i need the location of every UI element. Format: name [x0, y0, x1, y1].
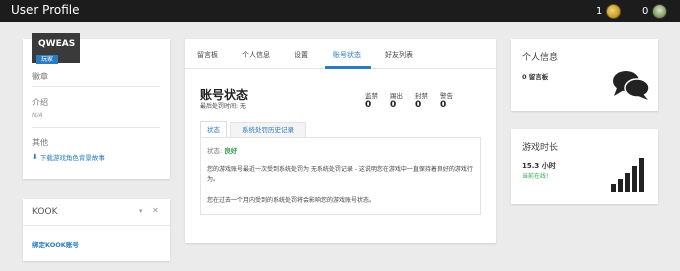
close-icon[interactable]: ✕	[152, 206, 159, 215]
gold-count: 1	[596, 6, 603, 17]
stat-jail: 监禁 0	[365, 90, 378, 110]
subtab-punish-history[interactable]: 系统处罚历史记录	[230, 122, 306, 138]
stat-label: 踢出	[390, 92, 403, 100]
status-paragraph-1: 您的游戏账号最近一次受到系统处罚为 无系统处罚记录 - 这说明您在游戏中一直保持…	[207, 166, 473, 183]
role-badge: 玩家	[36, 55, 58, 64]
tab-settings[interactable]: 设置	[294, 50, 308, 60]
kook-card-header: KOOK ▾ ✕	[23, 199, 170, 226]
avatar-count: 0	[642, 6, 649, 17]
message-count: 0 留言板	[522, 73, 549, 81]
download-backstory-link[interactable]: ⬇ 下载游戏角色背景故事	[32, 152, 105, 162]
personal-info-card: 个人信息 0 留言板	[511, 39, 658, 111]
intro-label: 介绍	[32, 98, 48, 107]
avatar-counter[interactable]: 0	[642, 4, 668, 19]
tab-bar: 留言板 个人信息 设置 账号状态 好友列表	[185, 39, 496, 69]
username: QWEAS	[38, 39, 76, 49]
active-tab-indicator	[325, 66, 371, 69]
stat-kick: 踢出 0	[390, 90, 403, 110]
kook-title: KOOK	[32, 207, 58, 217]
last-punish-time: 最后处罚时间: 无	[200, 103, 246, 110]
collapse-icon[interactable]: ▾	[139, 207, 143, 215]
stat-value: 0	[415, 100, 422, 110]
divider	[32, 86, 160, 87]
gold-counter[interactable]: 1	[596, 4, 622, 19]
personal-info-title: 个人信息	[522, 53, 559, 63]
online-status: 当前在线!	[522, 173, 549, 180]
status-value: 良好	[224, 147, 238, 155]
status-line: 状态: 良好	[207, 145, 237, 155]
profile-card: QWEAS 玩家 徽章 介绍 N/A 其他 ⬇ 下载游戏角色背景故事	[23, 33, 170, 179]
stat-label: 封禁	[415, 92, 428, 100]
status-panel: 状态: 良好 您的游戏账号最近一次受到系统处罚为 无系统处罚记录 - 这说明您在…	[200, 137, 481, 215]
user-avatar-icon	[652, 4, 668, 19]
subtab-status[interactable]: 状态	[200, 121, 227, 138]
status-paragraph-2: 您在过去一个月内受到的系统处罚将会影响您的游戏账号状态。	[207, 197, 376, 204]
badge-label: 徽章	[32, 72, 48, 81]
kook-card: KOOK ▾ ✕ 绑定KOOK账号	[23, 199, 170, 261]
comments-icon	[613, 71, 650, 100]
download-link-text: 下载游戏角色背景故事	[39, 154, 105, 162]
main-card: 留言板 个人信息 设置 账号状态 好友列表 账号状态 最后处罚时间: 无 监禁 …	[185, 39, 496, 243]
stat-value: 0	[365, 100, 372, 110]
top-bar: User Profile 1 0	[0, 0, 680, 22]
playtime-card: 游戏时长 15.3 小时 当前在线!	[511, 129, 658, 204]
page-title: User Profile	[11, 3, 80, 17]
download-icon: ⬇	[32, 153, 38, 161]
stat-ban: 封禁 0	[415, 90, 428, 110]
tab-account-status[interactable]: 账号状态	[333, 50, 361, 60]
stat-warning: 警告 0	[440, 90, 453, 110]
stat-label: 监禁	[365, 92, 378, 100]
stat-value: 0	[390, 100, 397, 110]
signal-bars-icon	[611, 158, 644, 192]
tab-message-board[interactable]: 留言板	[197, 50, 218, 60]
divider	[32, 127, 160, 128]
stat-value: 0	[440, 100, 447, 110]
gold-medal-icon	[606, 4, 622, 19]
stat-label: 警告	[440, 92, 453, 100]
intro-value: N/A	[32, 112, 43, 119]
playtime-title: 游戏时长	[522, 143, 559, 153]
tab-friends[interactable]: 好友列表	[385, 50, 413, 60]
bind-kook-link[interactable]: 绑定KOOK账号	[32, 239, 79, 249]
tab-personal-info[interactable]: 个人信息	[242, 50, 270, 60]
status-prefix: 状态:	[207, 147, 223, 155]
playtime-hours: 15.3 小时	[522, 162, 556, 170]
other-label: 其他	[32, 138, 48, 147]
